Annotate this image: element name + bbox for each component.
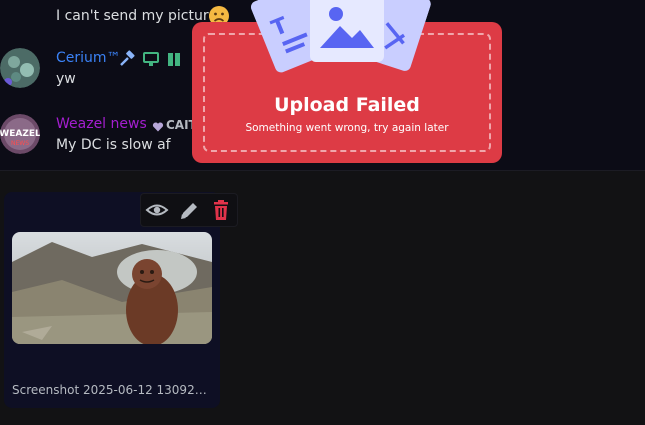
username[interactable]: Weazel news — [56, 116, 147, 132]
modal-title: Upload Failed — [274, 94, 420, 116]
username[interactable]: Cerium™ — [56, 50, 121, 66]
heart-icon — [152, 118, 164, 132]
upload-failed-modal: Upload Failed Something went wrong, try … — [192, 22, 502, 163]
avatar[interactable] — [0, 48, 40, 88]
attachment-thumbnail[interactable] — [12, 232, 212, 344]
attachment-actions — [140, 193, 238, 227]
trash-icon[interactable] — [209, 199, 233, 221]
monitor-icon — [142, 50, 160, 68]
svg-text:NEWS: NEWS — [11, 140, 29, 147]
modal-dashed-border — [203, 33, 491, 152]
svg-text:WEAZEL: WEAZEL — [0, 129, 40, 139]
pencil-icon[interactable] — [177, 199, 201, 221]
eye-icon[interactable] — [145, 199, 169, 221]
message-text: My DC is slow af — [56, 137, 171, 153]
attachment-filename: Screenshot 2025-06-12 130928... — [12, 383, 212, 397]
message-text: yw — [56, 71, 76, 87]
hammer-icon — [118, 50, 136, 68]
avatar[interactable]: WEAZEL NEWS — [0, 114, 40, 154]
divider — [0, 170, 645, 171]
modal-subtitle: Something went wrong, try again later — [245, 122, 449, 134]
message-text: I can't send my picture — [56, 8, 217, 24]
bars-icon — [166, 50, 184, 68]
